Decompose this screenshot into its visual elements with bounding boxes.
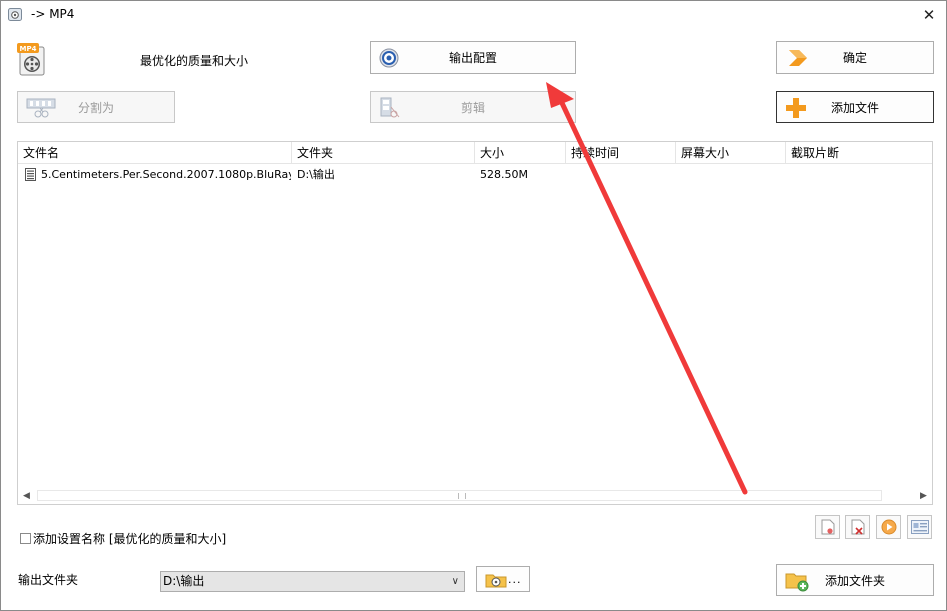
add-folder-label: 添加文件夹: [824, 573, 885, 588]
cell-filename: 5.Centimeters.Per.Second.2007.1080p.BluR…: [41, 168, 291, 181]
remove-file-button[interactable]: [815, 515, 840, 539]
add-file-button[interactable]: 添加文件: [776, 91, 934, 123]
column-header-duration[interactable]: 持续时间: [566, 142, 676, 164]
add-setting-name-checkbox[interactable]: [20, 532, 31, 544]
split-label: 分割为: [77, 100, 114, 115]
output-config-label: 输出配置: [448, 51, 497, 65]
cell-screen-size: [681, 166, 781, 184]
file-delete-icon: [851, 519, 864, 535]
file-list[interactable]: 文件名 文件夹 大小 持续时间 屏幕大小 截取片断 5.Centimeters.…: [17, 141, 933, 505]
column-header-filename[interactable]: 文件名: [18, 142, 292, 164]
output-folder-select[interactable]: D:\输出 ∨: [160, 571, 465, 592]
clip-label: 剪辑: [460, 100, 485, 115]
window-title: -> MP4: [31, 7, 75, 21]
cell-folder: D:\输出: [297, 168, 335, 181]
play-button[interactable]: [876, 515, 901, 539]
folder-reel-icon: [485, 574, 507, 588]
add-file-label: 添加文件: [830, 100, 879, 115]
file-info-button[interactable]: [907, 515, 932, 539]
scroll-left-icon[interactable]: ◀: [18, 487, 35, 504]
chevron-down-icon: ∨: [451, 576, 459, 587]
clear-list-button[interactable]: [845, 515, 870, 539]
svg-text:MP4: MP4: [20, 45, 37, 53]
column-header-screen-size[interactable]: 屏幕大小: [676, 142, 786, 164]
ok-label: 确定: [842, 51, 867, 65]
cell-clip: [791, 166, 931, 184]
file-remove-icon: [821, 519, 834, 535]
info-card-icon: [910, 520, 929, 534]
output-config-button[interactable]: 输出配置: [370, 41, 576, 74]
horizontal-scrollbar[interactable]: ◀ ▶: [18, 487, 932, 504]
cell-size: 528.50M: [480, 168, 528, 181]
profile-name: 最优化的质量和大小: [140, 54, 249, 68]
app-icon: [8, 8, 22, 21]
ok-button[interactable]: 确定: [776, 41, 934, 74]
grip-icon: [458, 493, 466, 499]
split-button[interactable]: 分割为: [17, 91, 175, 123]
column-header-size[interactable]: 大小: [475, 142, 566, 164]
list-header: 文件名 文件夹 大小 持续时间 屏幕大小 截取片断: [18, 142, 932, 164]
add-setting-name-label: 添加设置名称 [最优化的质量和大小]: [33, 531, 227, 546]
converter-window: -> MP4 ✕ MP4 最优化的质量和大小 输出配置 确定 分割为 剪辑 添加…: [0, 0, 947, 611]
play-icon: [881, 519, 896, 535]
cell-duration: [571, 166, 671, 184]
add-setting-name-option[interactable]: 添加设置名称 [最优化的质量和大小]: [20, 530, 226, 546]
scroll-thumb[interactable]: [37, 490, 882, 501]
close-icon: ✕: [922, 6, 936, 24]
add-folder-button[interactable]: 添加文件夹: [776, 564, 934, 596]
video-file-icon: [25, 168, 36, 181]
output-folder-label: 输出文件夹: [18, 573, 79, 587]
output-folder-value: D:\输出: [163, 574, 205, 588]
clip-button[interactable]: 剪辑: [370, 91, 576, 123]
browse-folder-button[interactable]: ...: [476, 566, 530, 592]
column-header-folder[interactable]: 文件夹: [292, 142, 475, 164]
scroll-right-icon[interactable]: ▶: [915, 487, 932, 504]
column-header-clip[interactable]: 截取片断: [786, 142, 932, 164]
title-bar: -> MP4 ✕: [1, 1, 946, 29]
mp4-reel-icon: MP4: [17, 43, 45, 76]
close-button[interactable]: ✕: [916, 3, 942, 27]
browse-dots: ...: [508, 573, 522, 586]
table-row[interactable]: 5.Centimeters.Per.Second.2007.1080p.BluR…: [18, 166, 932, 184]
